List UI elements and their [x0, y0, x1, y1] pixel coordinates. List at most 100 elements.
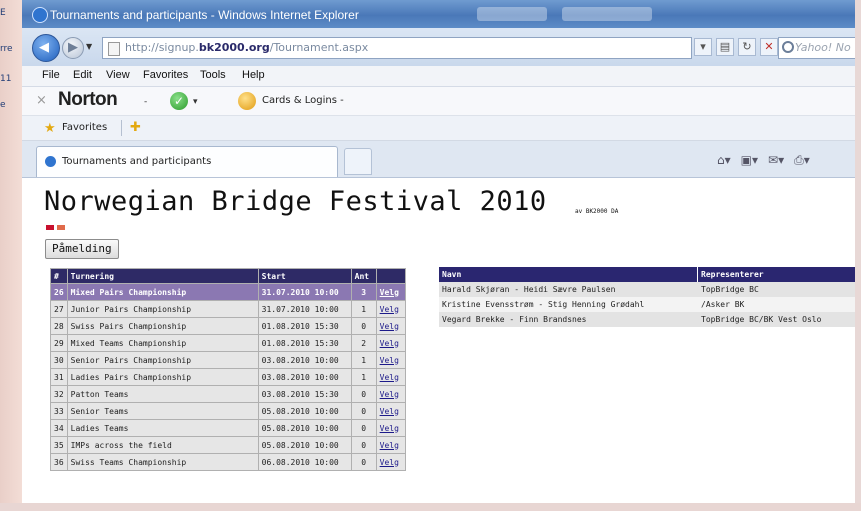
select-link[interactable]: Velg	[380, 356, 399, 365]
signup-button[interactable]: Påmelding	[45, 239, 119, 259]
compat-view-icon[interactable]: ▤	[716, 38, 734, 56]
norton-dropdown[interactable]: -	[144, 97, 147, 107]
table-row[interactable]: 28 Swiss Pairs Championship 01.08.2010 15:…	[51, 318, 405, 334]
safe-check-icon[interactable]: ✓	[170, 92, 188, 110]
table-row[interactable]: 26 Mixed Pairs Championship 31.07.2010 10:…	[51, 284, 405, 300]
tournament-count: 0	[351, 403, 376, 419]
menu-file[interactable]: File	[42, 69, 60, 81]
window-title: Tournaments and participants - Windows I…	[50, 8, 359, 22]
tournament-name: IMPs across the field	[67, 437, 258, 453]
search-icon	[782, 41, 794, 53]
favorites-bar: ★ Favorites ✚	[22, 116, 855, 141]
select-cell: Velg	[376, 335, 405, 351]
new-tab-button[interactable]	[344, 148, 372, 175]
desktop-side-label: E	[0, 8, 6, 18]
table-row[interactable]: 34 Ladies Teams 05.08.2010 10:00 0 Velg	[51, 420, 405, 436]
refresh-icon[interactable]: ↻	[738, 38, 756, 56]
select-link[interactable]: Velg	[380, 373, 399, 382]
tournament-count: 0	[351, 437, 376, 453]
table-row[interactable]: 35 IMPs across the field 05.08.2010 10:00 0…	[51, 437, 405, 453]
language-flags	[46, 225, 65, 230]
menu-help[interactable]: Help	[242, 69, 265, 81]
back-arrow-icon: ◀	[39, 40, 49, 55]
home-icon[interactable]: ⌂▾	[717, 153, 731, 168]
select-link[interactable]: Velg	[380, 305, 399, 314]
desktop-side-label: e	[0, 100, 6, 110]
history-dropdown-icon[interactable]: ▼	[86, 42, 92, 51]
table-row[interactable]: 33 Senior Teams 05.08.2010 10:00 0 Velg	[51, 403, 405, 419]
select-cell: Velg	[376, 369, 405, 385]
desktop-bottom-edge	[0, 503, 861, 511]
check-dropdown-icon[interactable]: ▾	[193, 97, 198, 107]
page-icon	[108, 42, 120, 56]
select-cell: Velg	[376, 454, 405, 470]
address-dropdown-icon[interactable]: ▾	[694, 38, 712, 56]
title-bar[interactable]: Tournaments and participants - Windows I…	[22, 0, 855, 28]
table-row[interactable]: 31 Ladies Pairs Championship 03.08.2010 10…	[51, 369, 405, 385]
select-cell: Velg	[376, 284, 405, 300]
cards-logins-icon[interactable]	[238, 92, 256, 110]
stop-icon[interactable]: ✕	[760, 38, 778, 56]
desktop-right-edge	[855, 0, 861, 511]
tournament-count: 3	[351, 284, 376, 300]
tab-tournaments[interactable]: Tournaments and participants	[36, 146, 338, 177]
close-toolbar-icon[interactable]: ×	[36, 93, 47, 108]
tab-page-icon	[45, 156, 56, 167]
select-link[interactable]: Velg	[380, 458, 399, 467]
tournament-name: Junior Pairs Championship	[67, 301, 258, 317]
menu-tools[interactable]: Tools	[200, 69, 226, 81]
menu-edit[interactable]: Edit	[73, 69, 92, 81]
select-link[interactable]: Velg	[380, 441, 399, 450]
tournament-number: 30	[51, 352, 67, 368]
table-row[interactable]: 36 Swiss Teams Championship 06.08.2010 10:…	[51, 454, 405, 470]
table-row[interactable]: 27 Junior Pairs Championship 31.07.2010 10…	[51, 301, 405, 317]
navigation-bar: ◀ ▶ ▼ http://signup.bk2000.org/Tournamen…	[22, 28, 855, 66]
tournament-number: 34	[51, 420, 67, 436]
select-cell: Velg	[376, 420, 405, 436]
mail-icon[interactable]: ✉▾	[768, 153, 784, 168]
tournament-name: Mixed Teams Championship	[67, 335, 258, 351]
menu-favorites[interactable]: Favorites	[143, 69, 188, 81]
add-favorite-icon[interactable]: ✚	[130, 120, 141, 135]
tournament-start: 31.07.2010 10:00	[258, 284, 351, 300]
tournament-number: 36	[51, 454, 67, 470]
table-row[interactable]: 29 Mixed Teams Championship 01.08.2010 15:…	[51, 335, 405, 351]
favorites-button[interactable]: Favorites	[62, 122, 107, 133]
menu-view[interactable]: View	[106, 69, 130, 81]
tournament-name: Ladies Teams	[67, 420, 258, 436]
select-link[interactable]: Velg	[380, 390, 399, 399]
tournament-number: 28	[51, 318, 67, 334]
back-button[interactable]: ◀	[32, 34, 60, 62]
participant-name: Harald Skjøran - Heidi Sævre Paulsen	[439, 282, 698, 297]
table-row[interactable]: 30 Senior Pairs Championship 03.08.2010 10…	[51, 352, 405, 368]
address-input[interactable]: http://signup.bk2000.org/Tournament.aspx	[102, 37, 692, 59]
taskbar-ghost	[562, 7, 652, 21]
norton-toolbar: × Norton - ✓ ▾ Cards & Logins -	[22, 87, 855, 116]
tournament-start: 01.08.2010 15:30	[258, 318, 351, 334]
cards-logins-button[interactable]: Cards & Logins -	[262, 95, 344, 106]
table-row[interactable]: 32 Patton Teams 03.08.2010 15:30 0 Velg	[51, 386, 405, 402]
browser-window: Tournaments and participants - Windows I…	[22, 0, 855, 503]
norwegian-flag-icon[interactable]	[46, 225, 54, 230]
participant-name: Kristine Evensstrøm - Stig Henning Grøda…	[439, 297, 698, 312]
tournaments-body: 26 Mixed Pairs Championship 31.07.2010 10:…	[51, 284, 405, 470]
search-input[interactable]: Yahoo! No	[778, 37, 855, 59]
tournament-start: 05.08.2010 10:00	[258, 403, 351, 419]
select-link[interactable]: Velg	[380, 424, 399, 433]
feeds-icon[interactable]: ▣▾	[741, 153, 758, 168]
table-header-row: # Turnering Start Ant	[51, 269, 405, 283]
address-tools: ▾ ▤ ↻ ✕	[694, 38, 778, 56]
participant-club: TopBridge BC	[698, 282, 855, 297]
select-link[interactable]: Velg	[380, 322, 399, 331]
print-icon[interactable]: ⎙▾	[794, 153, 810, 168]
select-link[interactable]: Velg	[380, 339, 399, 348]
select-link[interactable]: Velg	[380, 407, 399, 416]
norton-logo[interactable]: Norton	[58, 89, 118, 111]
tab-bar: Tournaments and participants ⌂▾ ▣▾ ✉▾ ⎙▾	[22, 141, 855, 178]
select-link[interactable]: Velg	[380, 288, 399, 297]
english-flag-icon[interactable]	[57, 225, 65, 230]
forward-button[interactable]: ▶	[62, 37, 84, 59]
favorites-star-icon[interactable]: ★	[44, 121, 56, 136]
tournament-name: Swiss Pairs Championship	[67, 318, 258, 334]
table-row: Harald Skjøran - Heidi Sævre Paulsen TopB…	[439, 282, 855, 297]
